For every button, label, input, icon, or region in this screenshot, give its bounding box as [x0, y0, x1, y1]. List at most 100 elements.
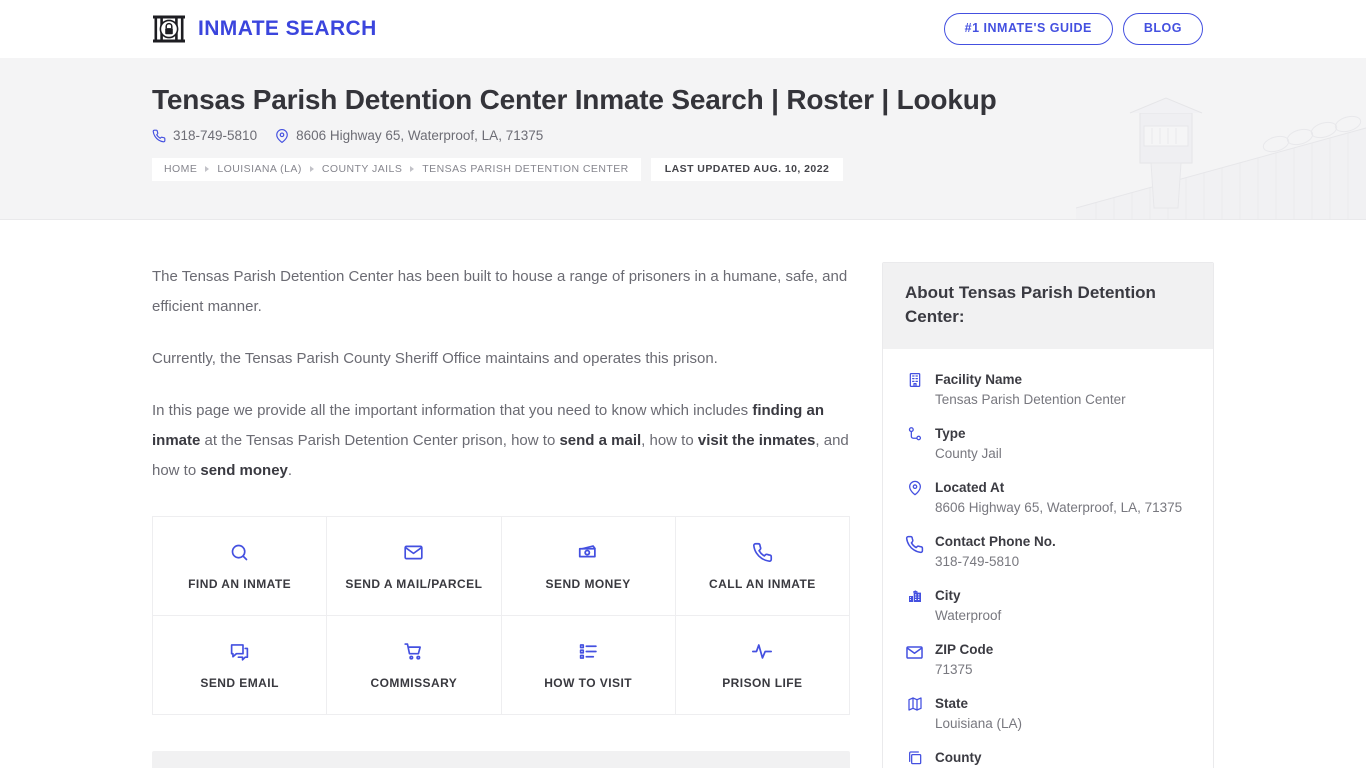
action-tile-send-email[interactable]: SEND EMAIL: [153, 616, 328, 715]
breadcrumb-item-current: TENSAS PARISH DETENTION CENTER: [422, 163, 629, 176]
info-text: Facility Name Tensas Parish Detention Cen…: [935, 370, 1126, 410]
phone-icon: [152, 129, 166, 143]
phone-icon: [905, 532, 924, 555]
page-body: The Tensas Parish Detention Center has b…: [0, 220, 1366, 768]
info-row-label: ZIP Code: [935, 642, 994, 658]
chevron-right-icon: [309, 166, 314, 173]
jail-cell-padlock-icon: [153, 15, 185, 43]
hero-meta: 318-749-5810 8606 Highway 65, Waterproof…: [152, 128, 1366, 143]
city-icon: [905, 586, 924, 604]
list-icon: [578, 640, 599, 662]
breadcrumb-item-county-jails[interactable]: COUNTY JAILS: [322, 163, 402, 175]
info-text: Located At 8606 Highway 65, Waterproof, L…: [935, 478, 1182, 518]
hero-phone[interactable]: 318-749-5810: [152, 128, 257, 143]
banknote-icon: [577, 541, 599, 563]
info-row-label: Contact Phone No.: [935, 534, 1056, 550]
envelope-icon: [403, 541, 424, 563]
info-text: Type County Jail: [935, 424, 1002, 464]
about-info-list: Facility Name Tensas Parish Detention Cen…: [883, 349, 1213, 768]
building-icon: [905, 370, 924, 388]
info-row-value: Waterproof: [935, 608, 1002, 624]
last-updated-badge: LAST UPDATED AUG. 10, 2022: [650, 158, 844, 182]
blog-button[interactable]: BLOG: [1122, 13, 1203, 45]
breadcrumb: HOME LOUISIANA (LA) COUNTY JAILS TENSAS …: [152, 158, 641, 182]
paragraph-text: In this page we provide all the importan…: [152, 402, 753, 419]
info-row-zip-code: ZIP Code 71375: [905, 633, 1191, 687]
action-tile-send-a-mail-parcel[interactable]: SEND A MAIL/PARCEL: [327, 517, 502, 616]
hero-address-text: 8606 Highway 65, Waterproof, LA, 71375: [296, 128, 544, 144]
info-row-facility-name: Facility Name Tensas Parish Detention Cen…: [905, 363, 1191, 417]
action-tile-commissary[interactable]: COMMISSARY: [327, 616, 502, 715]
info-row-city: City Waterproof: [905, 579, 1191, 633]
action-tile-prison-life[interactable]: PRISON LIFE: [675, 616, 850, 715]
emphasized-text: send money: [200, 462, 288, 479]
breadcrumb-item-home[interactable]: HOME: [164, 163, 197, 175]
emphasized-text: visit the inmates: [697, 432, 816, 449]
action-tile-find-an-inmate[interactable]: FIND AN INMATE: [153, 517, 328, 616]
emphasized-text: send a mail: [559, 432, 642, 449]
info-text: City Waterproof: [935, 586, 1001, 626]
breadcrumb-row: HOME LOUISIANA (LA) COUNTY JAILS TENSAS …: [152, 158, 1366, 182]
action-tile-label: SEND A MAIL/PARCEL: [345, 577, 483, 591]
info-row-value: 71375: [935, 662, 973, 678]
paragraph-text: .: [287, 462, 293, 479]
inmates-guide-button[interactable]: #1 INMATE'S GUIDE: [943, 13, 1113, 45]
site-header: INMATE SEARCH #1 INMATE'S GUIDE BLOG: [0, 0, 1366, 58]
brand-logo-link[interactable]: INMATE SEARCH: [152, 14, 377, 44]
action-tile-call-an-inmate[interactable]: CALL AN INMATE: [675, 517, 850, 616]
breadcrumb-item-state[interactable]: LOUISIANA (LA): [217, 163, 302, 175]
about-card: About Tensas Parish Detention Center: Fa…: [882, 262, 1214, 768]
action-tile-label: SEND MONEY: [545, 577, 631, 591]
pulse-icon: [751, 640, 773, 662]
info-row-label: Facility Name: [935, 372, 1023, 388]
hero-section: Tensas Parish Detention Center Inmate Se…: [0, 58, 1366, 220]
intro-paragraph: The Tensas Parish Detention Center has b…: [152, 262, 850, 322]
sidebar: About Tensas Parish Detention Center: Fa…: [882, 262, 1214, 768]
info-row-value: 318-749-5810: [935, 554, 1020, 570]
info-row-label: City: [935, 588, 961, 604]
info-text: State Louisiana (LA): [935, 694, 1022, 734]
info-row-label: State: [935, 696, 969, 712]
action-tile-send-money[interactable]: SEND MONEY: [501, 517, 676, 616]
info-text: ZIP Code 71375: [935, 640, 993, 680]
info-row-value: 8606 Highway 65, Waterproof, LA, 71375: [935, 500, 1183, 516]
header-actions: #1 INMATE'S GUIDE BLOG: [943, 13, 1203, 45]
about-card-title: About Tensas Parish Detention Center:: [883, 263, 1213, 350]
paragraph-text: The Tensas Parish Detention Center has b…: [152, 268, 848, 315]
intro-copy: The Tensas Parish Detention Center has b…: [152, 262, 850, 486]
info-row-value: Louisiana (LA): [935, 716, 1023, 732]
action-grid: FIND AN INMATE SEND A MAIL/PARCEL SEND MON…: [152, 516, 850, 715]
intro-paragraph: In this page we provide all the importan…: [152, 396, 850, 486]
chat-bubbles-icon: [229, 640, 250, 662]
content-placeholder-block: [152, 751, 850, 768]
search-icon: [229, 541, 250, 563]
folded-map-icon: [905, 694, 924, 712]
map-pin-icon: [276, 128, 288, 143]
map-pin-icon: [905, 478, 924, 496]
action-tile-label: FIND AN INMATE: [188, 577, 292, 591]
info-row-county: CountyTensas Parish County: [905, 741, 1191, 768]
chevron-right-icon: [410, 166, 415, 173]
action-tile-label: COMMISSARY: [370, 676, 458, 690]
info-row-located-at: Located At 8606 Highway 65, Waterproof, L…: [905, 471, 1191, 525]
info-row-type: Type County Jail: [905, 417, 1191, 471]
info-text: Contact Phone No. 318-749-5810: [935, 532, 1056, 572]
envelope-icon: [905, 640, 924, 663]
main-content: The Tensas Parish Detention Center has b…: [152, 262, 850, 768]
page-title: Tensas Parish Detention Center Inmate Se…: [152, 84, 997, 115]
hero-phone-text: 318-749-5810: [173, 128, 258, 144]
paragraph-text: at the Tensas Parish Detention Center pr…: [200, 432, 560, 449]
info-row-label: Type: [935, 426, 966, 442]
action-tile-how-to-visit[interactable]: HOW TO VISIT: [501, 616, 676, 715]
action-tile-label: PRISON LIFE: [722, 676, 803, 690]
action-tile-label: SEND EMAIL: [200, 676, 279, 690]
action-tile-label: CALL AN INMATE: [709, 577, 816, 591]
info-row-label: County: [935, 750, 982, 766]
info-row-label: Located At: [935, 480, 1005, 496]
brand-name: INMATE SEARCH: [198, 17, 377, 40]
info-text: CountyTensas Parish County: [935, 748, 1066, 768]
chevron-right-icon: [205, 166, 210, 173]
paragraph-text: Currently, the Tensas Parish County Sher…: [152, 350, 718, 367]
phone-icon: [752, 541, 773, 563]
info-row-contact-phone-no: Contact Phone No. 318-749-5810: [905, 525, 1191, 579]
